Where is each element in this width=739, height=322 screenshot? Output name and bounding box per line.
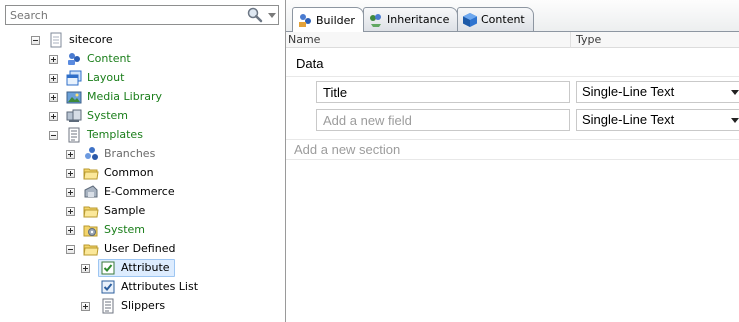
search-options-dropdown-icon[interactable] — [267, 9, 277, 21]
expand-toggle[interactable] — [81, 263, 90, 273]
expand-toggle[interactable] — [49, 54, 58, 64]
tree-node-label: sitecore — [69, 33, 113, 46]
collapse-toggle[interactable] — [31, 35, 40, 45]
document-icon — [48, 32, 64, 48]
tree-node-user-defined[interactable]: User Defined — [66, 240, 177, 258]
tab-label: Builder — [316, 13, 355, 27]
checkbox-template-icon — [100, 279, 116, 295]
tree-node-label: Sample — [104, 204, 146, 217]
expand-toggle[interactable] — [66, 225, 75, 235]
tree-node-label: Content — [87, 52, 131, 65]
tree-node-system[interactable]: System — [49, 107, 130, 125]
tree-node-common[interactable]: Common — [66, 164, 156, 182]
system-icon — [66, 108, 82, 124]
tree-node-branches[interactable]: Branches — [66, 145, 157, 163]
column-name: Name — [288, 33, 321, 46]
tree-node-templates[interactable]: Templates — [49, 126, 145, 144]
media-library-icon — [66, 89, 82, 105]
tab-inheritance[interactable]: Inheritance — [363, 7, 459, 31]
search-box — [5, 5, 279, 25]
search-input[interactable] — [6, 6, 234, 24]
column-type: Type — [576, 33, 602, 46]
expand-toggle[interactable] — [49, 92, 58, 102]
node-wrap: Slippers — [98, 297, 170, 315]
section-title[interactable]: Data — [296, 56, 323, 71]
content-icon — [66, 51, 82, 67]
column-divider — [570, 32, 571, 48]
ecommerce-icon — [83, 184, 99, 200]
tree-node-label: Branches — [104, 147, 156, 160]
tree-node-label: Media Library — [87, 90, 162, 103]
template-editor-pane: Builder Inheritance Content Name Type Da… — [286, 0, 739, 322]
tab-label: Content — [481, 13, 525, 26]
tree-node-label: Templates — [87, 128, 143, 141]
tree-node-attribute[interactable]: Attribute — [81, 259, 175, 277]
node-wrap: Attributes List — [98, 278, 203, 296]
template-icon — [66, 127, 82, 143]
selected-node-highlight: Attribute — [98, 259, 175, 277]
tree-node-sample[interactable]: Sample — [66, 202, 147, 220]
content-tree-pane: sitecore Content Layout Media Library — [0, 0, 286, 322]
tree-node-sitecore[interactable]: sitecore — [31, 31, 115, 49]
tree-node-label: System — [87, 109, 129, 122]
folder-icon — [83, 241, 99, 257]
field-type-value: Single-Line Text — [582, 84, 675, 99]
new-field-type-select[interactable]: Single-Line Text — [576, 109, 739, 131]
tree-node-slippers[interactable]: Slippers — [81, 297, 170, 315]
content-cube-icon — [462, 12, 478, 28]
expand-toggle[interactable] — [66, 206, 75, 216]
tree-node-label: Layout — [87, 71, 125, 84]
field-name-input[interactable] — [316, 81, 570, 103]
inheritance-icon — [368, 12, 384, 28]
expand-toggle[interactable] — [49, 73, 58, 83]
section-divider — [286, 76, 739, 77]
builder-icon — [297, 12, 313, 28]
tab-builder[interactable]: Builder — [292, 7, 364, 32]
layout-icon — [66, 70, 82, 86]
tree-node-ecommerce[interactable]: E-Commerce — [66, 183, 177, 201]
tab-label: Inheritance — [387, 13, 450, 26]
tree-node-label: E-Commerce — [104, 185, 175, 198]
tree-node-media-library[interactable]: Media Library — [49, 88, 164, 106]
folder-icon — [83, 203, 99, 219]
tree-node-label: User Defined — [104, 242, 176, 255]
tree-node-templates-system[interactable]: System — [66, 221, 147, 239]
branches-icon — [83, 146, 99, 162]
tree-node-label: Attribute — [121, 261, 170, 274]
expand-toggle[interactable] — [66, 187, 75, 197]
field-type-select[interactable]: Single-Line Text — [576, 81, 739, 103]
expand-toggle[interactable] — [66, 149, 75, 159]
template-icon — [100, 298, 116, 314]
column-header: Name Type — [286, 32, 739, 48]
expand-toggle[interactable] — [66, 168, 75, 178]
chevron-down-icon — [731, 90, 739, 95]
tree-node-layout[interactable]: Layout — [49, 69, 126, 87]
chevron-down-icon — [731, 118, 739, 123]
editor-tabs: Builder Inheritance Content — [286, 0, 739, 32]
tree-node-label: Slippers — [121, 299, 166, 312]
tab-content[interactable]: Content — [457, 7, 534, 31]
tree-node-attributes-list[interactable]: Attributes List — [81, 278, 203, 296]
checkbox-template-icon — [100, 260, 116, 276]
new-section-input[interactable] — [290, 141, 738, 158]
collapse-toggle[interactable] — [66, 244, 75, 254]
tree-node-label: Attributes List — [121, 280, 199, 293]
tree-node-label: System — [104, 223, 146, 236]
tree-node-content[interactable]: Content — [49, 50, 133, 68]
search-icon[interactable] — [246, 7, 264, 23]
tree-node-label: Common — [104, 166, 154, 179]
new-section-row — [286, 139, 739, 160]
new-field-input[interactable] — [316, 109, 570, 131]
folder-icon — [83, 165, 99, 181]
collapse-toggle[interactable] — [49, 130, 58, 140]
new-field-type-value: Single-Line Text — [582, 112, 675, 127]
system-folder-icon — [83, 222, 99, 238]
expand-toggle[interactable] — [81, 301, 90, 311]
expand-toggle[interactable] — [49, 111, 58, 121]
